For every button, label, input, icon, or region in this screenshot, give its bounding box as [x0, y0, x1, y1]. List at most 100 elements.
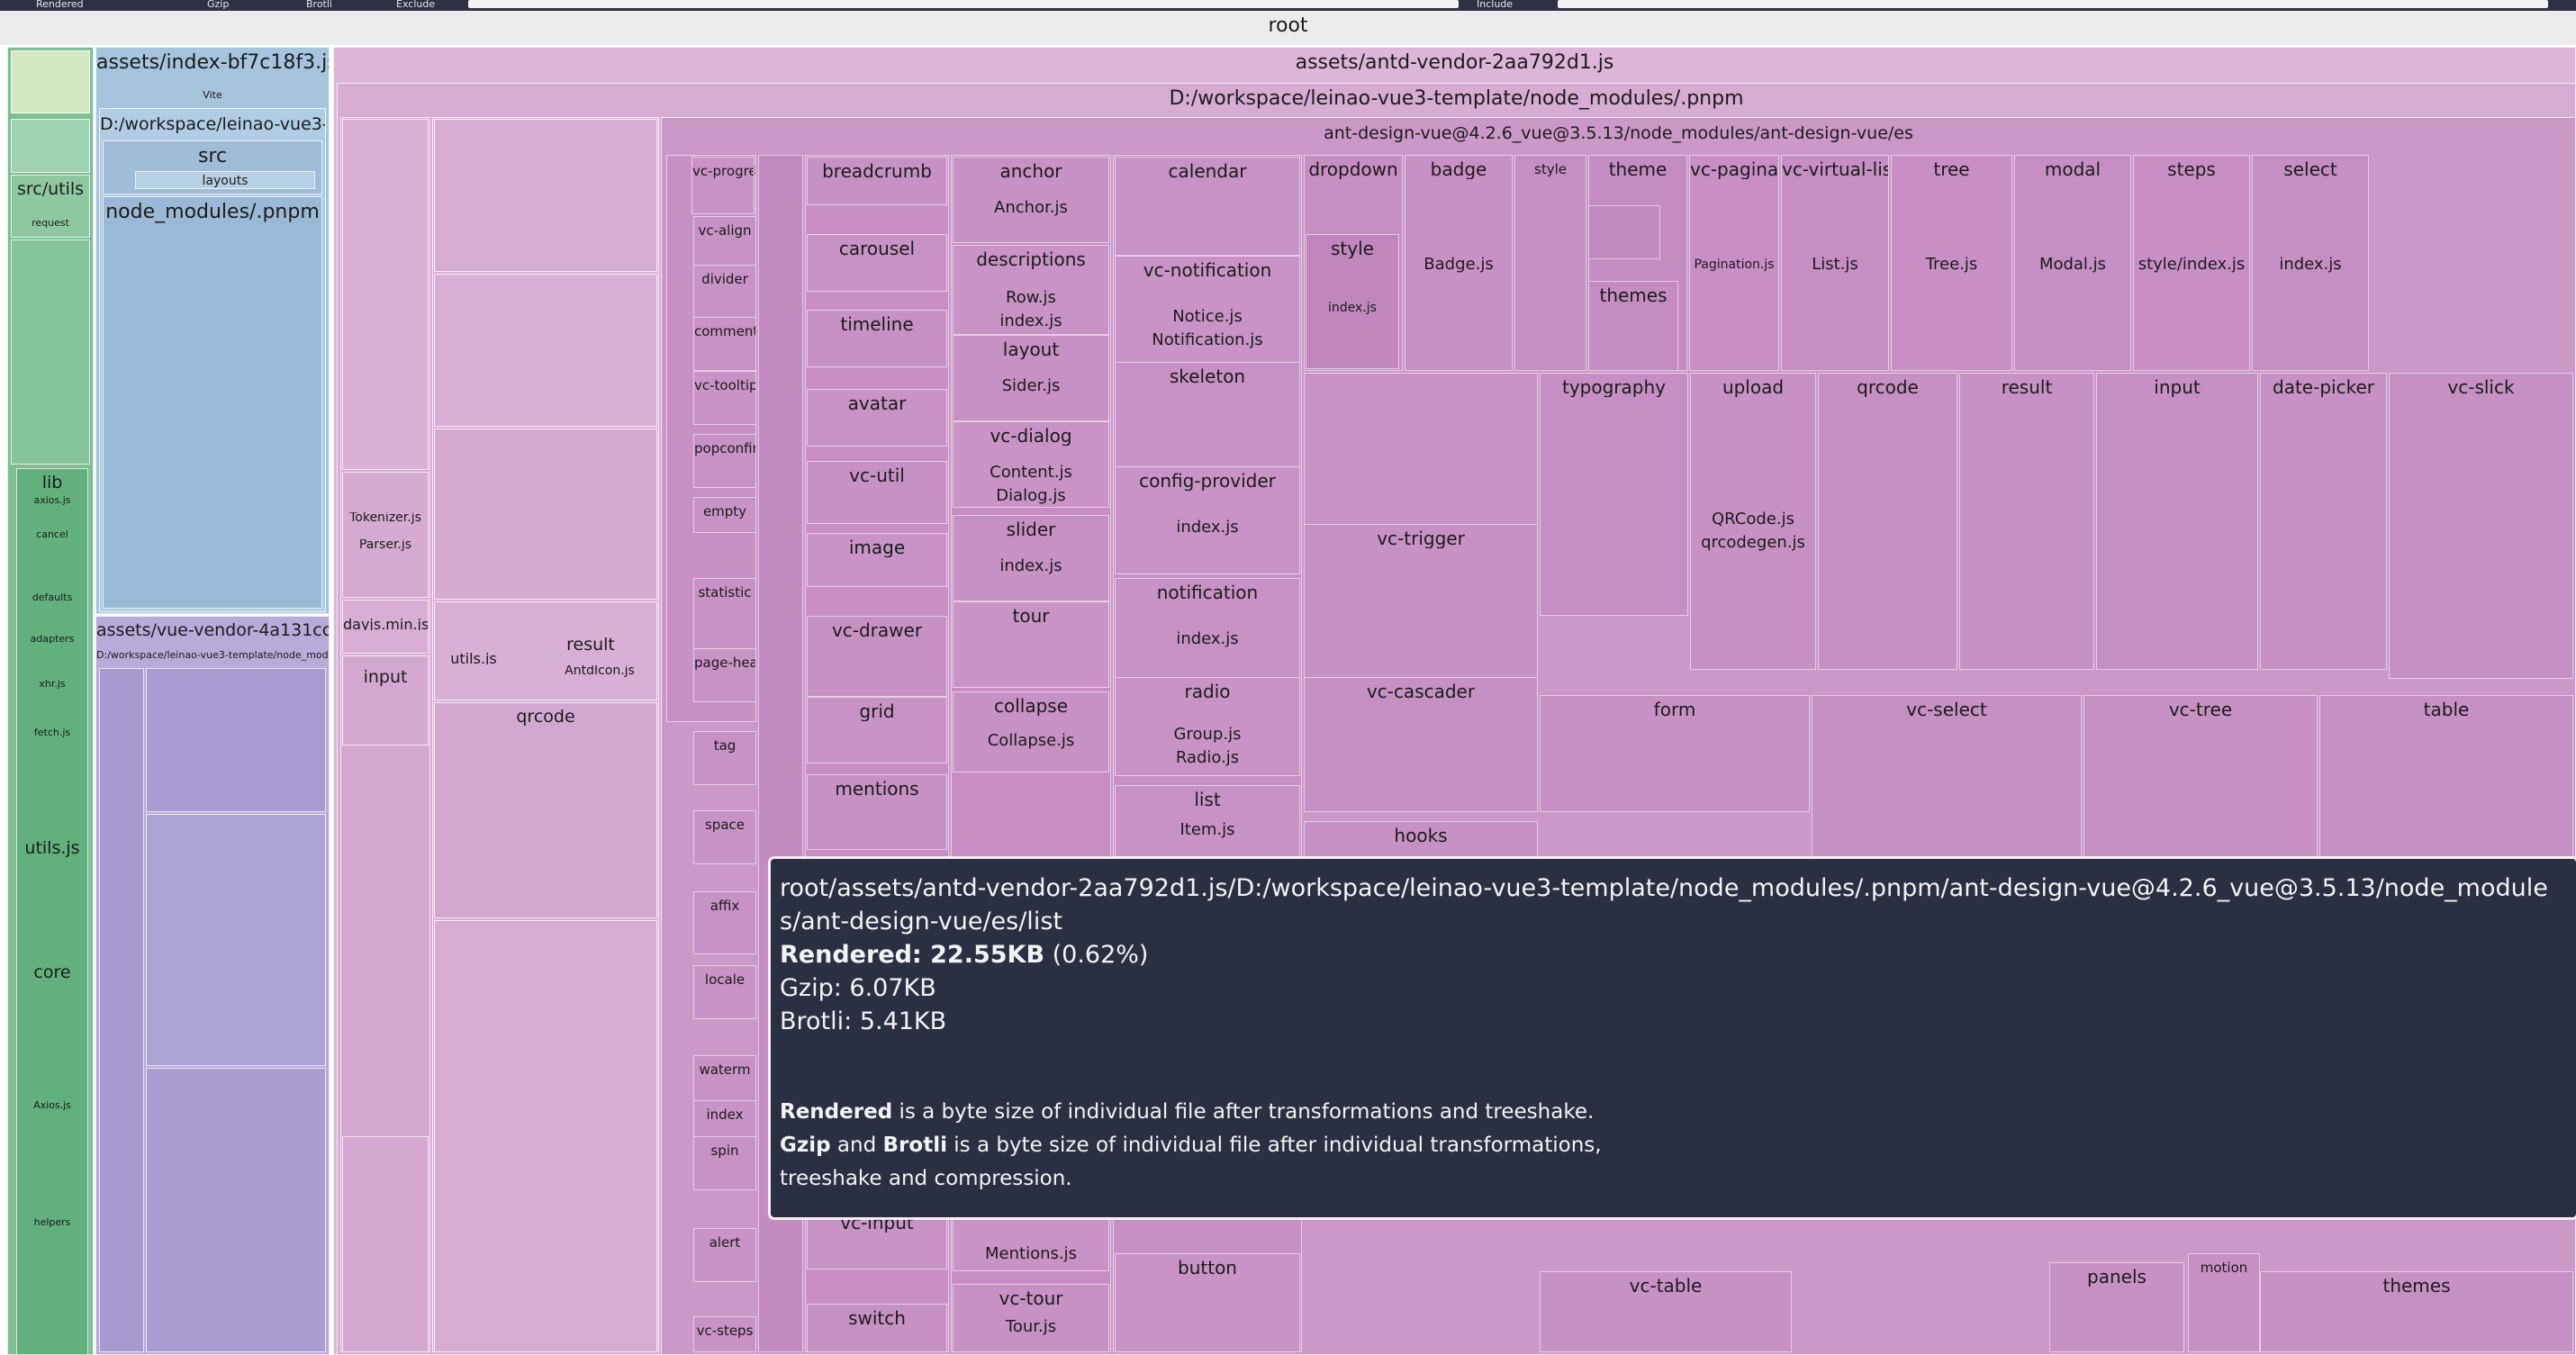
tile-vc-tour[interactable]: vc-tour Tour.js: [953, 1284, 1109, 1352]
tile-radio[interactable]: radio Group.js Radio.js: [1115, 677, 1300, 776]
tile-vc-pagination[interactable]: vc-pagination Pagination.js: [1689, 155, 1779, 371]
tile-tag[interactable]: tag: [693, 731, 756, 785]
tile-notification[interactable]: notification index.js: [1115, 578, 1300, 686]
tile-undefined[interactable]: [1588, 205, 1660, 259]
tile-form[interactable]: form: [1540, 695, 1810, 812]
tile-descriptions[interactable]: descriptions Row.js index.js: [953, 245, 1109, 335]
tile-collapse[interactable]: collapse Collapse.js: [953, 691, 1109, 772]
tile-carousel[interactable]: carousel: [807, 234, 947, 292]
pnpm-col-a-top[interactable]: [342, 119, 429, 470]
tile-themes[interactable]: themes: [1588, 281, 1678, 371]
tile-input[interactable]: input: [2096, 373, 2258, 670]
tile-date-picker[interactable]: date-picker: [2260, 373, 2387, 670]
tile-tree[interactable]: tree Tree.js: [1891, 155, 2012, 371]
tile-vc-cascader[interactable]: vc-cascader: [1304, 677, 1538, 812]
pnpm-src[interactable]: Tokenizer.js Parser.js: [342, 472, 429, 598]
tile-vc-tree[interactable]: vc-tree: [2083, 695, 2318, 857]
tile-grid[interactable]: grid: [807, 697, 947, 763]
tile-switch[interactable]: switch: [807, 1304, 947, 1352]
tile-list[interactable]: list Item.js: [1115, 785, 1300, 857]
pnpm-col-a-bottom[interactable]: [342, 1136, 429, 1352]
tile-vc-virtual-list[interactable]: vc-virtual-list List.js: [1781, 155, 1889, 371]
tile-calendar[interactable]: calendar: [1115, 157, 1300, 256]
tile-config-provider[interactable]: config-provider index.js: [1115, 466, 1300, 574]
index-layouts[interactable]: layouts: [135, 171, 315, 189]
icons[interactable]: qrcode: [434, 702, 657, 918]
tile-alert[interactable]: alert: [693, 1228, 756, 1282]
tile-vc-progress[interactable]: vc-progress: [691, 157, 755, 214]
tile-motion[interactable]: motion: [2188, 1253, 2260, 1352]
tile-vc-dialog[interactable]: vc-dialog Content.js Dialog.js: [953, 421, 1109, 508]
tile-vc-select[interactable]: vc-select: [1812, 695, 2082, 857]
tile-avatar[interactable]: avatar: [807, 389, 947, 447]
vue-vendor-sub-c[interactable]: [146, 814, 326, 1066]
option-include[interactable]: Include: [1477, 0, 1513, 10]
tile-vc-steps[interactable]: vc-steps: [693, 1316, 756, 1352]
tile-vc-util[interactable]: vc-util: [807, 461, 947, 524]
tile-vc-align[interactable]: vc-align: [693, 216, 756, 270]
tile-popconfirm[interactable]: popconfirm: [693, 434, 756, 488]
left-block-mid[interactable]: [11, 239, 90, 465]
vue-vendor-sub-d[interactable]: [146, 1068, 326, 1352]
tile-style[interactable]: style: [1514, 155, 1586, 371]
tile-statistic[interactable]: statistic: [693, 578, 756, 659]
left-chunk-top[interactable]: [11, 50, 90, 113]
tile-vc-notification[interactable]: vc-notification Notice.js Notification.js: [1115, 256, 1300, 364]
tile-timeline[interactable]: timeline: [807, 310, 947, 367]
left-src-utils[interactable]: src/utils request: [11, 175, 90, 238]
async-validator[interactable]: [434, 119, 657, 272]
left-lib[interactable]: lib axios.js cancel defaults adapters xh…: [16, 468, 88, 1355]
exclude-input[interactable]: [468, 0, 1459, 8]
tile-modal[interactable]: modal Modal.js: [2014, 155, 2131, 371]
tile-themes[interactable]: themes: [2260, 1271, 2573, 1352]
tile-steps[interactable]: steps style/index.js: [2133, 155, 2250, 371]
dom-align[interactable]: [434, 274, 657, 427]
tile-mentions[interactable]: mentions: [807, 774, 947, 850]
option-exclude[interactable]: Exclude: [396, 0, 435, 10]
tile-page-header[interactable]: page-header: [693, 648, 756, 702]
tile-button[interactable]: button: [1115, 1253, 1300, 1352]
tile-vc-input[interactable]: vc-input: [807, 1208, 947, 1269]
index-pnpm[interactable]: node_modules/.pnpm: [103, 196, 322, 609]
tile-spin[interactable]: spin: [693, 1136, 756, 1190]
tile-undefined[interactable]: Mentions.js: [953, 1217, 1109, 1271]
lodash-es[interactable]: [434, 920, 657, 1352]
vue-vendor-sub-b[interactable]: [146, 668, 326, 812]
tile-upload[interactable]: upload QRCode.js qrcodegen.js: [1690, 373, 1816, 670]
tile-hooks[interactable]: hooks: [1304, 821, 1538, 857]
dayjs[interactable]: dayjs.min.js: [342, 600, 429, 654]
tile-empty[interactable]: empty: [693, 497, 756, 533]
tile-image[interactable]: image: [807, 533, 947, 587]
tile-style[interactable]: style index.js: [1306, 234, 1399, 369]
tile-comment[interactable]: comment: [693, 317, 756, 371]
left-chunk-block[interactable]: [11, 119, 90, 173]
option-rendered[interactable]: Rendered: [36, 0, 84, 10]
plugin[interactable]: input: [342, 655, 429, 745]
tile-space[interactable]: space: [693, 810, 756, 864]
tile-typography[interactable]: typography: [1540, 373, 1688, 616]
tile-table[interactable]: table: [2319, 695, 2573, 857]
tile-qrcode[interactable]: qrcode: [1818, 373, 1957, 670]
ant-design-icons[interactable]: [434, 429, 657, 600]
option-brotli[interactable]: Brotli: [306, 0, 332, 10]
tile-locale[interactable]: locale: [693, 965, 756, 1019]
tile-vc-slick[interactable]: vc-slick: [2389, 373, 2573, 679]
tile-anchor[interactable]: anchor Anchor.js: [953, 157, 1109, 243]
tile-badge[interactable]: badge Badge.js: [1405, 155, 1513, 371]
tile-divider[interactable]: divider: [693, 265, 756, 319]
tile-breadcrumb[interactable]: breadcrumb: [807, 157, 947, 205]
include-input[interactable]: [1558, 0, 2548, 8]
tile-select[interactable]: select index.js: [2252, 155, 2369, 371]
tile-panels[interactable]: panels: [2049, 1262, 2184, 1352]
tile-skeleton[interactable]: skeleton: [1115, 362, 1300, 470]
tile-vc-drawer[interactable]: vc-drawer: [807, 616, 947, 697]
tile-result[interactable]: result: [1959, 373, 2094, 670]
tile-layout[interactable]: layout Sider.js: [953, 335, 1109, 421]
components-group[interactable]: result utils.js AntdIcon.js: [434, 601, 657, 700]
tile-affix[interactable]: affix: [693, 891, 756, 954]
tile-tour[interactable]: tour: [953, 601, 1109, 688]
tile-slider[interactable]: slider index.js: [953, 515, 1109, 601]
treemap-root[interactable]: root: [0, 11, 2576, 45]
tile-vc-table[interactable]: vc-table: [1540, 1271, 1792, 1352]
vue-vendor-sub-a[interactable]: [99, 668, 144, 1352]
